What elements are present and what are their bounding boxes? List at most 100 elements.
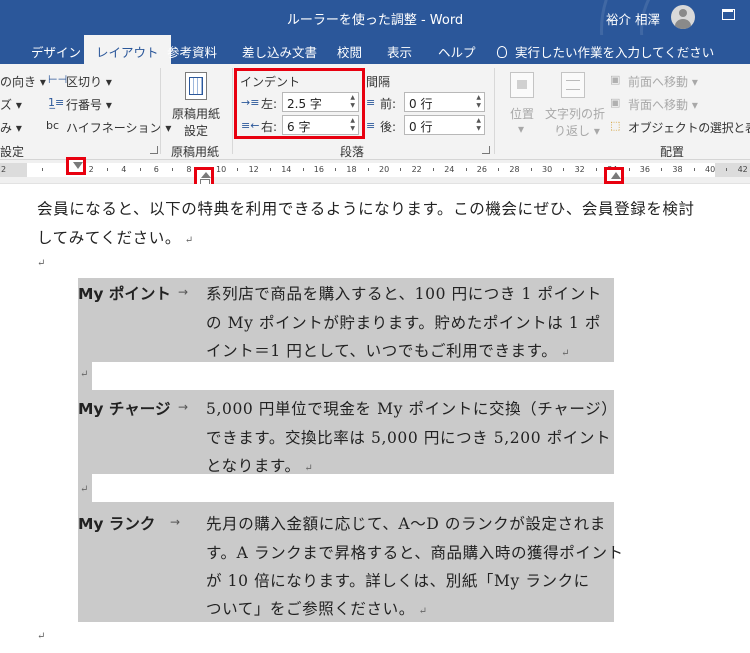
ruler-number: 18 — [346, 165, 357, 174]
horizontal-ruler[interactable]: 24681012141618202224262830323436384042 2 — [0, 157, 750, 191]
ruler-tick — [106, 168, 108, 171]
ruler-number: 10 — [216, 165, 227, 174]
ruler-tick — [302, 168, 304, 171]
item-text-line: が 10 倍になります。詳しくは、別紙「My ランクに — [206, 572, 590, 590]
term-my-point: My ポイント — [78, 285, 171, 303]
spinner-arrows-icon[interactable]: ▲ ▼ — [476, 117, 481, 133]
ribbon-display-options-icon[interactable] — [722, 9, 735, 20]
first-line-indent-marker[interactable] — [66, 157, 86, 175]
breaks-button[interactable]: 区切り ▾ — [66, 73, 112, 90]
size-button[interactable]: ズ ▾ — [0, 96, 22, 113]
ruler-tick — [465, 168, 467, 171]
spacing-after-label: 後: — [380, 120, 397, 134]
tab-references[interactable]: 参考資料 — [167, 42, 217, 61]
bring-forward-button[interactable]: 前面へ移動 ▾ — [628, 73, 698, 90]
indent-left-spinner[interactable]: 2.5 字 ▲ ▼ — [282, 92, 359, 112]
tell-me-box[interactable]: 実行したい作業を入力してください — [497, 42, 714, 61]
indent-left-label: 左: — [261, 97, 278, 111]
tab-arrow-icon: → — [170, 515, 181, 529]
document-page[interactable]: 会員になると、以下の特典を利用できるようになります。この機会にぜひ、会員登録を検… — [0, 184, 750, 653]
item-text-line: 先月の購入金額に応じて、A～D のランクが設定されま — [206, 515, 606, 533]
ruler-number: 26 — [476, 165, 487, 174]
breaks-icon: ⊢⊣ — [48, 73, 68, 86]
manuscript-paper-button-line2[interactable]: 設定 — [184, 122, 208, 139]
spacing-title: 間隔 — [366, 75, 391, 89]
ruler-number: 38 — [672, 165, 683, 174]
intro-paragraph-line2: してみてください。 ↵ — [37, 229, 194, 247]
spacing-after-spinner[interactable]: 0 行 ▲ ▼ — [404, 115, 485, 135]
group-separator — [160, 68, 161, 154]
spacing-before-value[interactable]: 0 行 — [409, 97, 432, 111]
indent-right-value[interactable]: 6 字 — [287, 120, 310, 134]
tab-review[interactable]: 校閲 — [337, 42, 362, 61]
term-my-charge: My チャージ — [78, 400, 171, 418]
item-text-line: す。A ランクまで昇格すると、商品購入時の獲得ポイント — [206, 544, 624, 562]
columns-button[interactable]: み ▾ — [0, 119, 22, 136]
ribbon-tabs: デザイン レイアウト 参考資料 差し込み文書 校閲 表示 ヘルプ 実行したい作業… — [0, 35, 750, 64]
indent-title: インデント — [240, 75, 301, 89]
ruler-number: 32 — [574, 165, 585, 174]
intro-paragraph-line1: 会員になると、以下の特典を利用できるようになります。この機会にぜひ、会員登録を検… — [37, 200, 695, 218]
indent-right-spinner[interactable]: 6 字 ▲ ▼ — [282, 115, 359, 135]
spacing-before-label: 前: — [380, 97, 397, 111]
ruler-tick — [269, 168, 271, 171]
ruler-tick — [335, 168, 337, 171]
send-backward-button[interactable]: 背面へ移動 ▾ — [628, 96, 698, 113]
ruler-number: 22 — [411, 165, 422, 174]
send-backward-icon: ▣ — [610, 96, 621, 109]
manuscript-paper-icon — [185, 72, 207, 100]
spinner-arrows-icon[interactable]: ▲ ▼ — [350, 94, 355, 110]
paragraph-mark: ↵ — [80, 484, 89, 495]
manuscript-group-label: 原稿用紙 — [171, 145, 220, 159]
ruler-tick — [139, 168, 141, 171]
spacing-after-value[interactable]: 0 行 — [409, 120, 432, 134]
ruler-tick — [498, 168, 500, 171]
tab-layout[interactable]: レイアウト — [84, 35, 171, 64]
avatar[interactable] — [671, 5, 695, 29]
hyphenation-icon: bc — [46, 119, 60, 132]
spacing-before-icon: ≡ — [366, 96, 376, 109]
user-name[interactable]: 裕介 相澤 — [606, 9, 660, 28]
arrange-group-label: 配置 — [660, 145, 685, 159]
ruler-tick — [237, 168, 239, 171]
wrap-text-icon — [561, 72, 585, 98]
ruler-track — [0, 163, 750, 177]
spinner-arrows-icon[interactable]: ▲ ▼ — [476, 94, 481, 110]
page-setup-group-label: 設定 — [0, 145, 25, 159]
paragraph-mark: ↵ — [37, 258, 46, 269]
spinner-arrows-icon[interactable]: ▲ ▼ — [350, 117, 355, 133]
wrap-text-button-line2[interactable]: り返し ▾ — [554, 122, 600, 139]
tab-help[interactable]: ヘルプ — [438, 42, 476, 61]
paragraph-launcher-icon[interactable] — [482, 146, 490, 154]
ruler-tick — [595, 168, 597, 171]
ruler-tick — [661, 168, 663, 171]
tab-view[interactable]: 表示 — [387, 42, 412, 61]
position-button[interactable]: 位置 — [510, 105, 534, 122]
ruler-tick — [400, 168, 402, 171]
spacing-before-spinner[interactable]: 0 行 ▲ ▼ — [404, 92, 485, 112]
ruler-number: 2 — [88, 165, 94, 174]
tab-design[interactable]: デザイン — [31, 42, 81, 61]
item-text-line: イント＝1 円として、いつでもご利用できます。 ↵ — [206, 342, 571, 360]
ruler-tick — [41, 168, 43, 171]
right-indent-marker[interactable] — [604, 167, 624, 184]
manuscript-paper-button[interactable]: 原稿用紙 — [172, 105, 220, 122]
ruler-number: 14 — [281, 165, 292, 174]
ruler-tick — [726, 168, 728, 171]
position-dropdown-icon[interactable]: ▾ — [518, 122, 524, 136]
wrap-text-button[interactable]: 文字列の折 — [545, 105, 605, 122]
page-setup-launcher-icon[interactable] — [150, 146, 158, 154]
item-text-line: となります。 ↵ — [206, 457, 314, 475]
indent-left-value[interactable]: 2.5 字 — [287, 97, 322, 111]
selection-pane-button[interactable]: オブジェクトの選択と表示 — [628, 119, 750, 136]
group-separator — [232, 68, 233, 154]
line-numbers-button[interactable]: 行番号 ▾ — [66, 96, 112, 113]
hyphenation-button[interactable]: ハイフネーション ▾ — [66, 119, 171, 136]
paragraph-group-label: 段落 — [340, 145, 365, 159]
selection-pane-icon: ⬚ — [610, 119, 621, 132]
ruler-tick — [530, 168, 532, 171]
ruler-tick — [172, 168, 174, 171]
orientation-button[interactable]: の向き ▾ — [0, 73, 46, 90]
tab-mailings[interactable]: 差し込み文書 — [242, 42, 317, 61]
title-bar: ルーラーを使った調整 - Word 裕介 相澤 — [0, 0, 750, 35]
